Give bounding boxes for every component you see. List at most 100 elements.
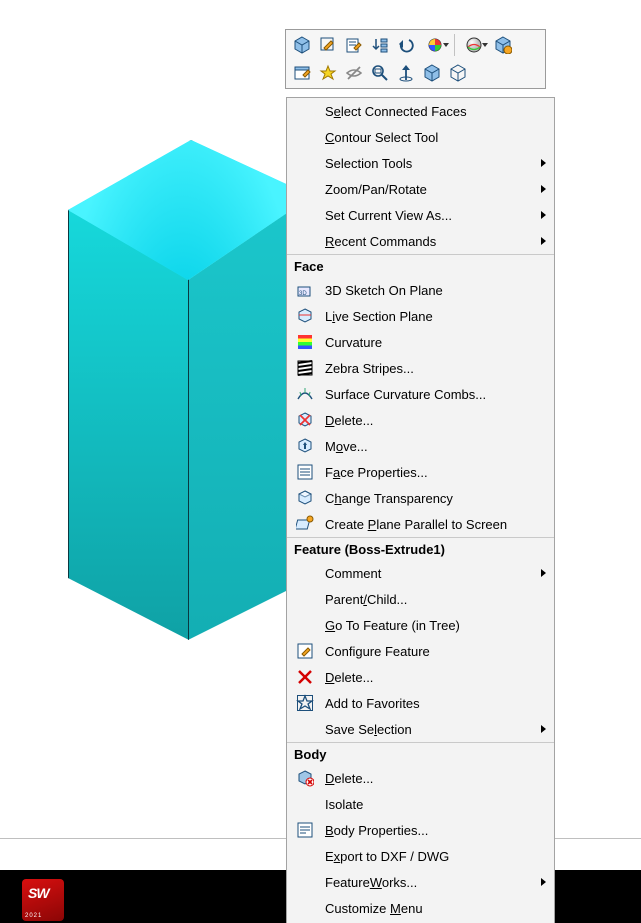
blank-icon [293, 615, 317, 635]
menu-delete[interactable]: Delete... [287, 407, 554, 433]
toolbar-spark-button[interactable] [316, 61, 340, 85]
menu-change-transparency[interactable]: Change Transparency [287, 485, 554, 511]
menu-selection-tools[interactable]: Selection Tools [287, 150, 554, 176]
submenu-arrow-icon [541, 569, 546, 577]
menu-move[interactable]: Move... [287, 433, 554, 459]
blank-icon [293, 205, 317, 225]
submenu-arrow-icon [541, 185, 546, 193]
toolbar-sort-button[interactable] [368, 33, 392, 57]
menu-item-label: Live Section Plane [325, 309, 548, 324]
blank-icon [293, 872, 317, 892]
curvcombs-icon [293, 384, 317, 404]
menu-select-connected-faces[interactable]: Select Connected Faces [287, 98, 554, 124]
menu-comment[interactable]: Comment [287, 560, 554, 586]
toolbar-cube-button[interactable] [290, 33, 314, 57]
cube-face-left[interactable] [68, 210, 192, 642]
menu-featureworks[interactable]: FeatureWorks... [287, 869, 554, 895]
toolbar-normal-button[interactable] [394, 61, 418, 85]
submenu-arrow-icon [541, 237, 546, 245]
delete-icon [293, 410, 317, 430]
sketch3d-icon [293, 280, 317, 300]
blank-icon [293, 179, 317, 199]
toolbar-editfeat-button[interactable] [342, 33, 366, 57]
toolbar-window-button[interactable] [290, 61, 314, 85]
blank-icon [293, 719, 317, 739]
menu-save-selection[interactable]: Save Selection [287, 716, 554, 742]
menu-parent-child[interactable]: Parent/Child... [287, 586, 554, 612]
menu-item-label: Body Properties... [325, 823, 548, 838]
app-icon-text: SW [28, 885, 49, 901]
menu-item-label: Selection Tools [325, 156, 541, 171]
livesection-icon [293, 306, 317, 326]
context-menu: Select Connected FacesContour Select Too… [286, 97, 555, 923]
menu-surface-curvature-combs[interactable]: Surface Curvature Combs... [287, 381, 554, 407]
move-icon [293, 436, 317, 456]
deleteX-icon [293, 667, 317, 687]
menu-item-label: Delete... [325, 413, 548, 428]
menu-isolate[interactable]: Isolate [287, 791, 554, 817]
blank-icon [293, 589, 317, 609]
menu-section-body: Body [287, 742, 554, 765]
menu-customize-menu[interactable]: Customize Menu [287, 895, 554, 921]
menu-zoom-pan-rotate[interactable]: Zoom/Pan/Rotate [287, 176, 554, 202]
menu-item-label: FeatureWorks... [325, 875, 541, 890]
solidworks-app-icon[interactable]: SW 2021 [22, 879, 64, 921]
menu-create-plane-parallel-to-screen[interactable]: Create Plane Parallel to Screen [287, 511, 554, 537]
menu-zebra-stripes[interactable]: Zebra Stripes... [287, 355, 554, 381]
submenu-arrow-icon [541, 725, 546, 733]
deletebody-icon [293, 768, 317, 788]
menu-recent-commands[interactable]: Recent Commands [287, 228, 554, 254]
menu-body-properties[interactable]: Body Properties... [287, 817, 554, 843]
menu-delete[interactable]: Delete... [287, 664, 554, 690]
menu-item-label: Recent Commands [325, 234, 541, 249]
menu-item-label: Save Selection [325, 722, 541, 737]
menu-live-section-plane[interactable]: Live Section Plane [287, 303, 554, 329]
toolbar-cubecolor-button[interactable] [491, 33, 515, 57]
blank-icon [293, 563, 317, 583]
menu-item-label: Export to DXF / DWG [325, 849, 548, 864]
menu-go-to-feature-in-tree[interactable]: Go To Feature (in Tree) [287, 612, 554, 638]
menu-item-label: Move... [325, 439, 548, 454]
menu-configure-feature[interactable]: Configure Feature [287, 638, 554, 664]
menu-item-label: Comment [325, 566, 541, 581]
context-toolbar [285, 29, 546, 89]
configure-icon [293, 641, 317, 661]
menu-item-label: Configure Feature [325, 644, 548, 659]
transparency-icon [293, 488, 317, 508]
menu-item-label: Go To Feature (in Tree) [325, 618, 548, 633]
menu-item-label: 3D Sketch On Plane [325, 283, 548, 298]
menu-set-current-view-as[interactable]: Set Current View As... [287, 202, 554, 228]
menu-face-properties[interactable]: Face Properties... [287, 459, 554, 485]
menu-delete[interactable]: Delete... [287, 765, 554, 791]
toolbar-hide-button[interactable] [342, 61, 366, 85]
menu-add-to-favorites[interactable]: Add to Favorites [287, 690, 554, 716]
menu-item-label: Customize Menu [325, 901, 548, 916]
blank-icon [293, 101, 317, 121]
menu-curvature[interactable]: Curvature [287, 329, 554, 355]
menu-item-label: Set Current View As... [325, 208, 541, 223]
menu-item-label: Isolate [325, 797, 548, 812]
menu-contour-select-tool[interactable]: Contour Select Tool [287, 124, 554, 150]
toolbar-sphere-button[interactable] [459, 33, 489, 57]
bodyprops-icon [293, 820, 317, 840]
menu-3d-sketch-on-plane[interactable]: 3D Sketch On Plane [287, 277, 554, 303]
menu-item-label: Surface Curvature Combs... [325, 387, 548, 402]
app-icon-year: 2021 [25, 913, 42, 919]
toolbar-zoom-button[interactable] [368, 61, 392, 85]
menu-item-label: Zebra Stripes... [325, 361, 548, 376]
planeparallel-icon [293, 514, 317, 534]
model-cube[interactable] [68, 140, 298, 670]
faceprops-icon [293, 462, 317, 482]
menu-item-label: Parent/Child... [325, 592, 548, 607]
menu-export-to-dxf-dwg[interactable]: Export to DXF / DWG [287, 843, 554, 869]
toolbar-appearance-button[interactable] [420, 33, 450, 57]
blank-icon [293, 153, 317, 173]
toolbar-undo-button[interactable] [394, 33, 418, 57]
toolbar-editsketch-button[interactable] [316, 33, 340, 57]
blank-icon [293, 127, 317, 147]
menu-item-label: Zoom/Pan/Rotate [325, 182, 541, 197]
toolbar-viewcube-button[interactable] [420, 61, 444, 85]
toolbar-isocube-button[interactable] [446, 61, 470, 85]
curvature-icon [293, 332, 317, 352]
menu-item-label: Create Plane Parallel to Screen [325, 517, 548, 532]
